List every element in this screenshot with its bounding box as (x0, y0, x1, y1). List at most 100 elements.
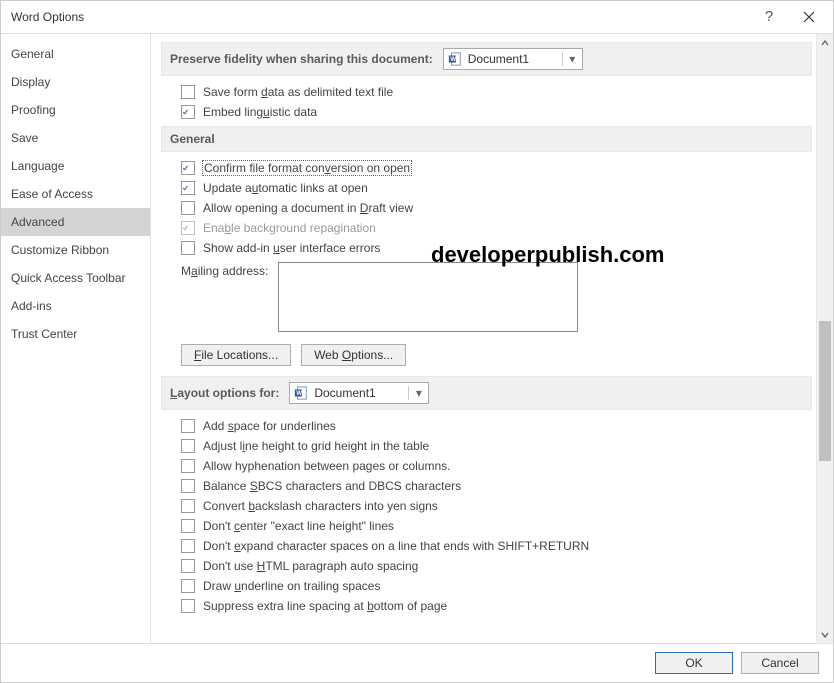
general-enable-background-repagination-row: Enable background repagination (161, 218, 812, 238)
mailing-address-textarea[interactable] (278, 262, 578, 332)
word-document-icon: W (294, 386, 308, 400)
general-update-automatic-links-at-open-checkbox[interactable] (181, 181, 195, 195)
sidebar-item-proofing[interactable]: Proofing (1, 96, 150, 124)
preserve-options-group: Save form data as delimited text file Emb… (161, 82, 812, 122)
layout-adjust-line-height-to-grid-height-in-the-label[interactable]: Adjust line height to grid height in the… (203, 439, 429, 453)
layout-add-space-for-underlines-row: Add space for underlines (161, 416, 812, 436)
section-general: General (161, 126, 812, 152)
general-update-automatic-links-at-open-row: Update automatic links at open (161, 178, 812, 198)
general-confirm-file-format-conversion-on-open-label[interactable]: Confirm file format conversion on open (203, 161, 411, 175)
layout-allow-hyphenation-between-pages-or-colum-row: Allow hyphenation between pages or colum… (161, 456, 812, 476)
general-options-group: Confirm file format conversion on open Up… (161, 158, 812, 258)
web-options-button[interactable]: Web Options... (301, 344, 406, 366)
svg-text:W: W (450, 56, 456, 63)
preserve-save-form-data-as-delimited-text-file-label[interactable]: Save form data as delimited text file (203, 85, 393, 99)
section-preserve-label: Preserve fidelity when sharing this docu… (170, 52, 433, 66)
options-panel: developerpublish.com Preserve fidelity w… (151, 34, 816, 643)
window-title: Word Options (11, 10, 84, 24)
sidebar-item-trust-center[interactable]: Trust Center (1, 320, 150, 348)
dialog-body: General Display Proofing Save Language E… (1, 33, 833, 644)
preserve-document-dropdown[interactable]: W Document1 ▾ (443, 48, 583, 70)
file-locations-button[interactable]: File Locations... (181, 344, 291, 366)
layout-don-t-use-html-paragraph-auto-spacing-checkbox[interactable] (181, 559, 195, 573)
layout-allow-hyphenation-between-pages-or-colum-checkbox[interactable] (181, 459, 195, 473)
preserve-embed-linguistic-data-label[interactable]: Embed linguistic data (203, 105, 317, 119)
layout-convert-backslash-characters-into-yen-si-row: Convert backslash characters into yen si… (161, 496, 812, 516)
layout-convert-backslash-characters-into-yen-si-label[interactable]: Convert backslash characters into yen si… (203, 499, 438, 513)
general-confirm-file-format-conversion-on-open-checkbox[interactable] (181, 161, 195, 175)
window-system-buttons: ? (749, 3, 829, 31)
section-layout-options: Layout options for: W Document1 ▾ (161, 376, 812, 410)
general-enable-background-repagination-checkbox (181, 221, 195, 235)
layout-draw-underline-on-trailing-spaces-label[interactable]: Draw underline on trailing spaces (203, 579, 380, 593)
svg-text:W: W (297, 390, 303, 397)
chevron-down-icon: ▾ (408, 386, 424, 400)
layout-adjust-line-height-to-grid-height-in-the-row: Adjust line height to grid height in the… (161, 436, 812, 456)
layout-don-t-expand-character-spaces-on-a-line--checkbox[interactable] (181, 539, 195, 553)
vertical-scrollbar[interactable] (816, 34, 833, 643)
layout-draw-underline-on-trailing-spaces-row: Draw underline on trailing spaces (161, 576, 812, 596)
sidebar-item-customize-ribbon[interactable]: Customize Ribbon (1, 236, 150, 264)
general-buttons-row: File Locations... Web Options... (161, 336, 812, 370)
general-allow-opening-a-document-in-draft-view-label[interactable]: Allow opening a document in Draft view (203, 201, 413, 215)
general-allow-opening-a-document-in-draft-view-checkbox[interactable] (181, 201, 195, 215)
layout-adjust-line-height-to-grid-height-in-the-checkbox[interactable] (181, 439, 195, 453)
section-layout-label: Layout options for: (170, 386, 279, 400)
sidebar-item-general[interactable]: General (1, 40, 150, 68)
sidebar-item-advanced[interactable]: Advanced (1, 208, 150, 236)
scroll-down-button[interactable] (818, 626, 833, 643)
ok-button[interactable]: OK (655, 652, 733, 674)
general-enable-background-repagination-label: Enable background repagination (203, 221, 376, 235)
help-button[interactable]: ? (749, 3, 789, 31)
layout-don-t-expand-character-spaces-on-a-line--label[interactable]: Don't expand character spaces on a line … (203, 539, 589, 553)
layout-balance-sbcs-characters-and-dbcs-charact-checkbox[interactable] (181, 479, 195, 493)
sidebar-item-save[interactable]: Save (1, 124, 150, 152)
general-show-add-in-user-interface-errors-label[interactable]: Show add-in user interface errors (203, 241, 380, 255)
layout-balance-sbcs-characters-and-dbcs-charact-label[interactable]: Balance SBCS characters and DBCS charact… (203, 479, 461, 493)
titlebar: Word Options ? (1, 1, 833, 33)
general-show-add-in-user-interface-errors-checkbox[interactable] (181, 241, 195, 255)
layout-balance-sbcs-characters-and-dbcs-charact-row: Balance SBCS characters and DBCS charact… (161, 476, 812, 496)
layout-allow-hyphenation-between-pages-or-colum-label[interactable]: Allow hyphenation between pages or colum… (203, 459, 451, 473)
layout-doc-name: Document1 (314, 386, 402, 400)
sidebar-item-language[interactable]: Language (1, 152, 150, 180)
layout-draw-underline-on-trailing-spaces-checkbox[interactable] (181, 579, 195, 593)
sidebar-item-display[interactable]: Display (1, 68, 150, 96)
word-document-icon: W (448, 52, 462, 66)
section-preserve-fidelity: Preserve fidelity when sharing this docu… (161, 42, 812, 76)
layout-suppress-extra-line-spacing-at-bottom-of-label[interactable]: Suppress extra line spacing at bottom of… (203, 599, 447, 613)
mailing-address-label: Mailing address: (181, 262, 268, 278)
general-show-add-in-user-interface-errors-row: Show add-in user interface errors (161, 238, 812, 258)
general-allow-opening-a-document-in-draft-view-row: Allow opening a document in Draft view (161, 198, 812, 218)
layout-add-space-for-underlines-label[interactable]: Add space for underlines (203, 419, 336, 433)
general-update-automatic-links-at-open-label[interactable]: Update automatic links at open (203, 181, 368, 195)
scroll-up-button[interactable] (818, 34, 833, 51)
layout-don-t-expand-character-spaces-on-a-line--row: Don't expand character spaces on a line … (161, 536, 812, 556)
layout-don-t-center-exact-line-height-lines-checkbox[interactable] (181, 519, 195, 533)
sidebar-item-ease-of-access[interactable]: Ease of Access (1, 180, 150, 208)
layout-convert-backslash-characters-into-yen-si-checkbox[interactable] (181, 499, 195, 513)
preserve-save-form-data-as-delimited-text-file-row: Save form data as delimited text file (161, 82, 812, 102)
layout-suppress-extra-line-spacing-at-bottom-of-checkbox[interactable] (181, 599, 195, 613)
section-general-label: General (170, 132, 215, 146)
preserve-embed-linguistic-data-checkbox[interactable] (181, 105, 195, 119)
sidebar-item-add-ins[interactable]: Add-ins (1, 292, 150, 320)
layout-don-t-center-exact-line-height-lines-label[interactable]: Don't center "exact line height" lines (203, 519, 394, 533)
scroll-track[interactable] (817, 51, 833, 626)
layout-options-group: Add space for underlines Adjust line heig… (161, 416, 812, 616)
dialog-footer: OK Cancel (1, 644, 833, 682)
close-button[interactable] (789, 3, 829, 31)
general-confirm-file-format-conversion-on-open-row: Confirm file format conversion on open (161, 158, 812, 178)
word-options-dialog: Word Options ? General Display Proofing … (0, 0, 834, 683)
category-sidebar: General Display Proofing Save Language E… (1, 34, 151, 643)
cancel-button[interactable]: Cancel (741, 652, 819, 674)
preserve-save-form-data-as-delimited-text-file-checkbox[interactable] (181, 85, 195, 99)
layout-don-t-center-exact-line-height-lines-row: Don't center "exact line height" lines (161, 516, 812, 536)
layout-don-t-use-html-paragraph-auto-spacing-label[interactable]: Don't use HTML paragraph auto spacing (203, 559, 418, 573)
scroll-thumb[interactable] (819, 321, 831, 461)
layout-document-dropdown[interactable]: W Document1 ▾ (289, 382, 429, 404)
sidebar-item-quick-access-toolbar[interactable]: Quick Access Toolbar (1, 264, 150, 292)
layout-don-t-use-html-paragraph-auto-spacing-row: Don't use HTML paragraph auto spacing (161, 556, 812, 576)
chevron-down-icon: ▾ (562, 52, 578, 66)
layout-add-space-for-underlines-checkbox[interactable] (181, 419, 195, 433)
